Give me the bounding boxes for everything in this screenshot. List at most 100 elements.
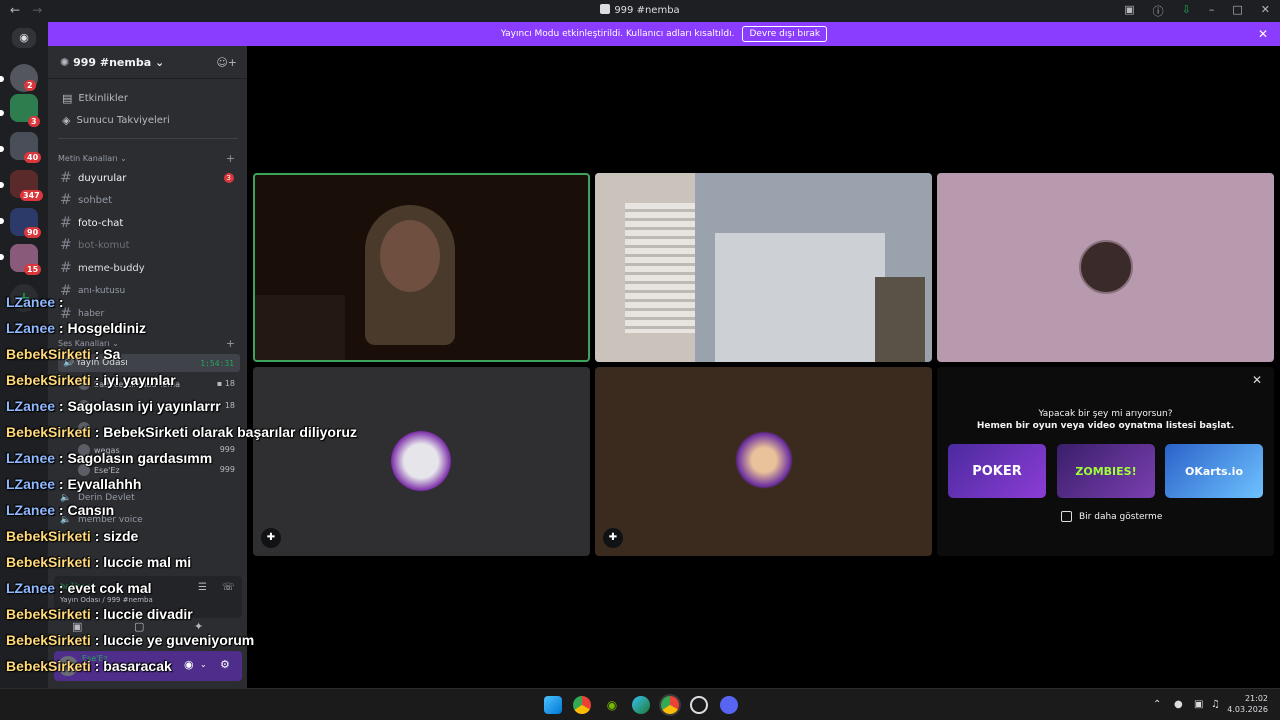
add-voice-channel-icon[interactable]: + xyxy=(226,337,235,350)
chat-message: LZanee : Hosgeldiniz xyxy=(6,320,146,336)
video-tile-avatar[interactable] xyxy=(937,173,1274,362)
channel-foto-chat[interactable]: # foto-chat xyxy=(58,213,240,233)
discord-taskbar-icon[interactable] xyxy=(720,696,738,714)
video-tile-user-joker[interactable]: ✚ xyxy=(595,367,932,556)
channel-duyurular[interactable]: # duyurular 3 xyxy=(58,168,240,188)
activities-promo: ✕ Yapacak bir şey mi arıyorsun? Hemen bi… xyxy=(937,367,1274,556)
server-header[interactable]: ✺ 999 #nemba ⌄ xyxy=(60,56,164,69)
divider xyxy=(58,138,238,139)
chat-message: BebekSirketi : Sa xyxy=(6,346,120,362)
channel-ani-kutusu[interactable]: # anı-kutusu xyxy=(58,281,240,301)
close-icon[interactable]: ✕ xyxy=(1258,27,1268,41)
chat-username: BebekSirketi xyxy=(6,372,91,388)
hash-icon: # xyxy=(60,170,72,186)
hash-icon: # xyxy=(60,260,72,276)
start-icon[interactable] xyxy=(544,696,562,714)
chrome-icon[interactable] xyxy=(573,696,591,714)
chat-text: : Eyvallahhh xyxy=(55,476,142,492)
chat-text: : xyxy=(55,294,64,310)
help-icon[interactable]: ⓘ xyxy=(1153,3,1164,19)
game-zombies[interactable]: ZOMBIES! xyxy=(1057,444,1155,498)
unread-pip xyxy=(0,254,4,260)
inbox-icon[interactable]: ▣ xyxy=(1124,3,1134,19)
events-item[interactable]: ▤ Etkinlikler xyxy=(62,92,128,105)
volume-icon[interactable]: ♫ xyxy=(1211,699,1220,710)
chat-text: : luccie ye guveniyorum xyxy=(90,632,255,648)
promo-title: Yapacak bir şey mi arıyorsun? xyxy=(1038,409,1173,419)
mention-badge: 90 xyxy=(24,227,42,238)
avatar xyxy=(735,431,793,489)
maximize-button[interactable]: □ xyxy=(1232,3,1242,19)
invite-people-icon[interactable]: ☺+ xyxy=(216,56,237,69)
chevron-down-icon[interactable]: ⌄ xyxy=(200,660,207,669)
chat-text: : evet cok mal xyxy=(55,580,152,596)
calendar-icon: ▤ xyxy=(62,92,73,105)
voice-timer: 1:54:31 xyxy=(200,358,234,368)
channel-bot-komut[interactable]: # bot-komut xyxy=(58,235,240,255)
mic-icon[interactable]: ● xyxy=(1174,699,1183,710)
add-channel-icon[interactable]: + xyxy=(226,152,235,165)
title-bar: ← → 999 #nemba ▣ ⓘ ⇩ – □ ✕ xyxy=(0,0,1280,22)
video-face xyxy=(380,220,440,292)
channel-meme-buddy[interactable]: # meme-buddy xyxy=(58,258,240,278)
close-icon[interactable]: ✕ xyxy=(1252,373,1262,387)
headphones-icon[interactable]: ◉ xyxy=(184,658,194,671)
unread-pip xyxy=(0,146,4,152)
chat-text: : Sagolasın iyi yayınlarrr xyxy=(55,398,221,414)
chat-text: : luccie divadir xyxy=(90,606,193,622)
download-icon[interactable]: ⇩ xyxy=(1182,3,1191,19)
game-kart[interactable]: OKarts.io xyxy=(1165,444,1263,498)
chat-text: : iyi yayınlar xyxy=(90,372,176,388)
video-shelf xyxy=(875,277,925,362)
video-tile-room[interactable] xyxy=(595,173,932,362)
hash-icon: # xyxy=(60,192,72,208)
text-category[interactable]: Metin Kanalları ⌄ xyxy=(58,154,127,163)
nvidia-icon[interactable]: ◉ xyxy=(603,696,621,714)
video-tile-user[interactable]: ✚ xyxy=(253,367,590,556)
edge-icon[interactable] xyxy=(632,696,650,714)
server-boost-icon: ✺ xyxy=(60,56,70,69)
chat-text: : Hosgeldiniz xyxy=(55,320,147,336)
hash-icon: # xyxy=(60,237,72,253)
live-badge: ▪ 18 xyxy=(216,379,235,388)
chat-text: : sizde xyxy=(90,528,139,544)
mention-badge: 15 xyxy=(24,264,42,275)
chat-username: BebekSirketi xyxy=(6,528,91,544)
chat-message: BebekSirketi : luccie mal mi xyxy=(6,554,191,570)
game-poker[interactable]: POKER xyxy=(948,444,1046,498)
chat-username: LZanee xyxy=(6,398,56,414)
chat-message: BebekSirketi : iyi yayınlar xyxy=(6,372,176,388)
clock[interactable]: 21:02 4.03.2026 xyxy=(1227,693,1268,715)
muted-mic-icon: ✚ xyxy=(603,528,623,548)
minimize-button[interactable]: – xyxy=(1209,3,1215,19)
app-icon[interactable] xyxy=(690,696,708,714)
chat-text: : BebekSirketi olarak başarılar diliyoru… xyxy=(90,424,357,440)
tray-overflow-icon[interactable]: ⌃ xyxy=(1153,699,1161,710)
live-badge: 18 xyxy=(224,401,235,410)
display-icon[interactable]: ▣ xyxy=(1194,699,1203,710)
video-furniture xyxy=(255,295,345,360)
discord-home-icon[interactable]: ◉ xyxy=(12,28,36,48)
channel-sohbet[interactable]: # sohbet xyxy=(58,190,240,210)
unread-pip xyxy=(0,110,4,116)
dont-show-checkbox[interactable] xyxy=(1061,511,1072,522)
chrome-active-icon[interactable] xyxy=(661,696,679,714)
chat-text: : Sa xyxy=(90,346,121,362)
notice-text: Yayıncı Modu etkinleştirildi. Kullanıcı … xyxy=(500,29,735,39)
disable-streamer-mode-button[interactable]: Devre dışı bırak xyxy=(742,26,828,42)
chat-username: BebekSirketi xyxy=(6,346,91,362)
noise-suppression-icon[interactable]: ☰ xyxy=(198,582,207,593)
disconnect-icon[interactable]: ☏ xyxy=(222,582,235,593)
close-window-button[interactable]: ✕ xyxy=(1261,3,1270,19)
chat-message: LZanee : Sagolasın gardasımm xyxy=(6,450,212,466)
taskbar: ◉ ⌃ ● ▣ ♫ 21:02 4.03.2026 xyxy=(0,688,1280,720)
voice-location: Yayın Odası / 999 #nemba xyxy=(60,596,153,604)
dont-show-label: Bir daha gösterme xyxy=(1079,512,1163,522)
mention-badge: 3 xyxy=(223,173,234,183)
boost-icon: ◈ xyxy=(62,114,71,127)
unread-pip xyxy=(0,182,4,188)
boosts-item[interactable]: ◈ Sunucu Takviyeleri xyxy=(62,114,170,127)
settings-gear-icon[interactable]: ⚙ xyxy=(220,658,230,671)
video-tile-streamer[interactable] xyxy=(253,173,590,362)
chat-message: BebekSirketi : luccie divadir xyxy=(6,606,193,622)
